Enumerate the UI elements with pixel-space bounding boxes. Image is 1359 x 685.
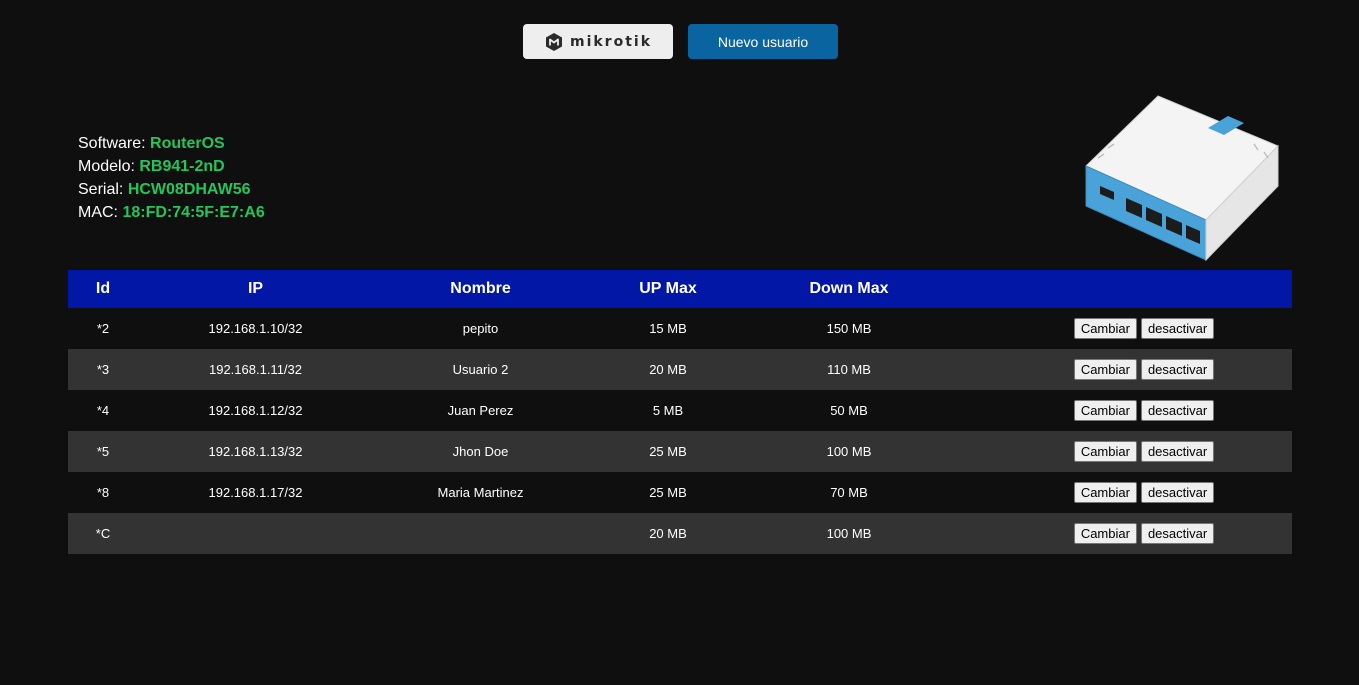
disable-button[interactable]: desactivar: [1140, 523, 1215, 544]
table-row: *C 20 MB 100 MB Cambiar desactivar: [68, 513, 1292, 554]
mikrotik-logo-button[interactable]: mikrotik: [523, 24, 673, 59]
cell-ip: 192.168.1.10/32: [208, 321, 303, 336]
mac-row: MAC: 18:FD:74:5F:E7:A6: [78, 201, 265, 224]
cell-name: Jhon Doe: [452, 444, 509, 459]
cell-ip: 192.168.1.17/32: [208, 485, 303, 500]
row-actions: Cambiar desactivar: [950, 318, 1292, 339]
software-value: RouterOS: [150, 135, 225, 152]
disable-button[interactable]: desactivar: [1140, 318, 1215, 339]
row-actions: Cambiar desactivar: [950, 400, 1292, 421]
new-user-button[interactable]: Nuevo usuario: [688, 24, 838, 59]
cell-name: Juan Perez: [447, 403, 514, 418]
cell-id: *5: [96, 444, 110, 459]
row-actions: Cambiar desactivar: [950, 441, 1292, 462]
users-table: Id IP Nombre UP Max Down Max *2 192.168.…: [68, 270, 1292, 554]
header-name: Nombre: [450, 280, 511, 297]
table-header: Id IP Nombre UP Max Down Max: [68, 270, 1292, 308]
cell-up-max: 25 MB: [649, 485, 687, 500]
cell-name: Maria Martinez: [437, 485, 524, 500]
mikrotik-logo-icon: [544, 32, 564, 52]
cell-up-max: 20 MB: [649, 362, 687, 377]
mac-value: 18:FD:74:5F:E7:A6: [122, 204, 265, 221]
cell-name: Usuario 2: [452, 362, 509, 377]
cell-up-max: 15 MB: [649, 321, 687, 336]
row-actions: Cambiar desactivar: [950, 523, 1292, 544]
change-button[interactable]: Cambiar: [1073, 400, 1137, 421]
cell-ip: 192.168.1.13/32: [208, 444, 303, 459]
row-actions: Cambiar desactivar: [950, 482, 1292, 503]
serial-row: Serial: HCW08DHAW56: [78, 178, 265, 201]
table-row: *4 192.168.1.12/32 Juan Perez 5 MB 50 MB…: [68, 390, 1292, 431]
page: mikrotik Nuevo usuario Software: RouterO…: [0, 0, 1359, 685]
cell-name: pepito: [462, 321, 499, 336]
cell-ip: 192.168.1.12/32: [208, 403, 303, 418]
cell-up-max: 25 MB: [649, 444, 687, 459]
table-row: *8 192.168.1.17/32 Maria Martinez 25 MB …: [68, 472, 1292, 513]
cell-ip: 192.168.1.11/32: [208, 362, 302, 377]
header-id: Id: [95, 280, 111, 297]
software-row: Software: RouterOS: [78, 132, 265, 155]
cell-id: *3: [96, 362, 110, 377]
serial-value: HCW08DHAW56: [127, 181, 251, 198]
change-button[interactable]: Cambiar: [1073, 482, 1137, 503]
device-info: Software: RouterOS Modelo: RB941-2nD Ser…: [78, 132, 265, 224]
header-up-max: UP Max: [639, 280, 697, 297]
change-button[interactable]: Cambiar: [1073, 359, 1137, 380]
change-button[interactable]: Cambiar: [1073, 318, 1137, 339]
cell-down-max: 100 MB: [826, 526, 872, 541]
cell-down-max: 70 MB: [830, 485, 868, 500]
cell-id: *C: [95, 526, 111, 541]
cell-down-max: 100 MB: [826, 444, 872, 459]
cell-id: *2: [96, 321, 110, 336]
row-actions: Cambiar desactivar: [950, 359, 1292, 380]
table-row: *3 192.168.1.11/32 Usuario 2 20 MB 110 M…: [68, 349, 1292, 390]
disable-button[interactable]: desactivar: [1140, 400, 1215, 421]
table-row: *2 192.168.1.10/32 pepito 15 MB 150 MB C…: [68, 308, 1292, 349]
cell-down-max: 50 MB: [830, 403, 868, 418]
model-value: RB941-2nD: [139, 158, 225, 175]
model-row: Modelo: RB941-2nD: [78, 155, 265, 178]
serial-label: Serial:: [78, 181, 124, 198]
mac-label: MAC:: [78, 204, 118, 221]
change-button[interactable]: Cambiar: [1073, 523, 1137, 544]
disable-button[interactable]: desactivar: [1140, 482, 1215, 503]
disable-button[interactable]: desactivar: [1140, 359, 1215, 380]
software-label: Software:: [78, 135, 146, 152]
cell-down-max: 110 MB: [827, 362, 871, 377]
cell-id: *8: [96, 485, 110, 500]
change-button[interactable]: Cambiar: [1073, 441, 1137, 462]
cell-down-max: 150 MB: [826, 321, 872, 336]
model-label: Modelo:: [78, 158, 135, 175]
disable-button[interactable]: desactivar: [1140, 441, 1215, 462]
router-image: [1078, 88, 1288, 266]
cell-id: *4: [96, 403, 110, 418]
header-down-max: Down Max: [809, 280, 889, 297]
cell-up-max: 5 MB: [652, 403, 684, 418]
header-ip: IP: [247, 280, 264, 297]
cell-up-max: 20 MB: [649, 526, 687, 541]
brand-name: mikrotik: [569, 33, 653, 50]
table-row: *5 192.168.1.13/32 Jhon Doe 25 MB 100 MB…: [68, 431, 1292, 472]
